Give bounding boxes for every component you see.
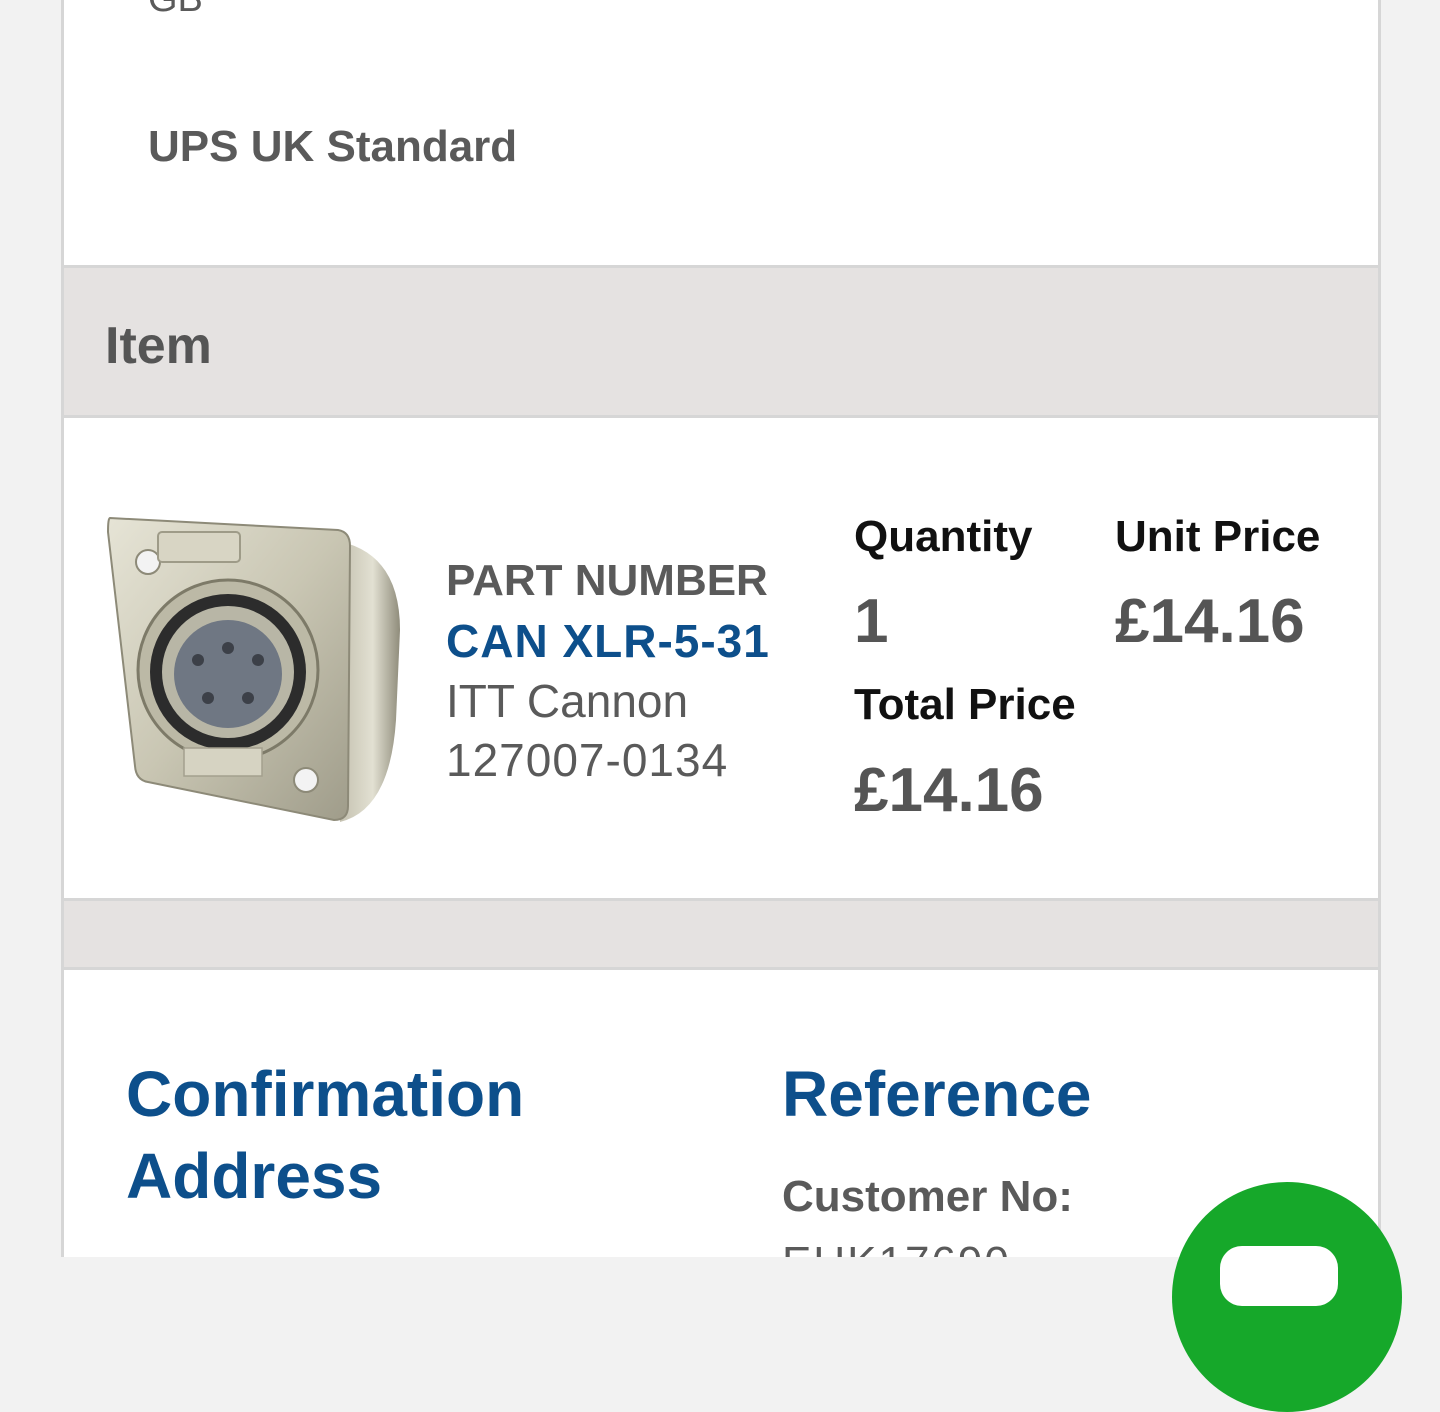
chat-button[interactable]	[1172, 1182, 1402, 1412]
shipping-country: GB	[148, 0, 203, 21]
part-number-label: PART NUMBER	[446, 556, 768, 605]
chat-bubble-icon	[1220, 1246, 1338, 1306]
manufacturer-part-number: 127007-0134	[446, 734, 729, 786]
unit-price-label: Unit Price	[1115, 512, 1321, 561]
shipping-method: UPS UK Standard	[148, 122, 518, 171]
customer-no-value: EUK17690	[782, 1238, 1011, 1257]
unit-price-value: £14.16	[1115, 587, 1305, 656]
xlr-connector-image[interactable]	[100, 510, 400, 830]
confirmation-heading-line1: Confirmation	[126, 1058, 525, 1130]
item-section-title: Item	[105, 317, 212, 375]
item-section-header: Item	[64, 265, 1378, 418]
confirmation-heading-line2: Address	[126, 1140, 383, 1212]
quantity-value: 1	[854, 587, 889, 656]
confirmation-address-heading: Confirmation Address	[126, 1053, 524, 1217]
section-divider-bar	[64, 898, 1378, 970]
part-number-link[interactable]: CAN XLR-5-31	[446, 614, 770, 668]
manufacturer-name: ITT Cannon	[446, 675, 689, 727]
reference-heading: Reference	[782, 1058, 1092, 1130]
total-price-value: £14.16	[854, 756, 1044, 825]
order-summary-card: GB UPS UK Standard Item	[61, 0, 1381, 1257]
total-price-label: Total Price	[854, 680, 1076, 729]
customer-no-label: Customer No:	[782, 1172, 1073, 1221]
quantity-label: Quantity	[854, 512, 1033, 561]
